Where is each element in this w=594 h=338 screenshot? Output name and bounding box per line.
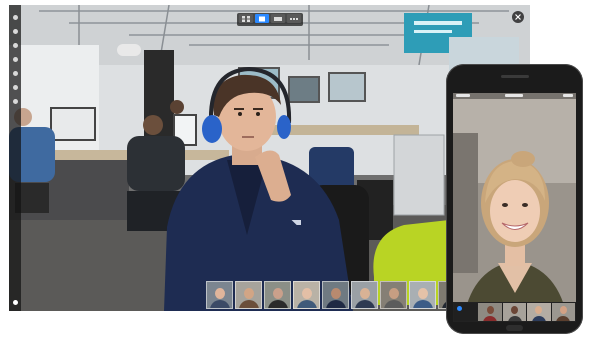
view-controls bbox=[237, 13, 303, 26]
status-bar bbox=[453, 93, 576, 99]
toolbar-icon[interactable] bbox=[12, 15, 18, 20]
home-button[interactable] bbox=[506, 325, 523, 331]
speaker-view-icon bbox=[259, 16, 265, 21]
filmstrip-icon bbox=[290, 17, 298, 20]
participant-thumbnail[interactable] bbox=[380, 281, 407, 309]
close-icon bbox=[515, 14, 521, 20]
product-showcase bbox=[0, 0, 594, 338]
participant-thumbnail[interactable] bbox=[527, 303, 551, 321]
participant-thumbnail[interactable] bbox=[551, 303, 576, 321]
toolbar-icon[interactable] bbox=[12, 57, 18, 62]
mobile-participant-strip bbox=[453, 302, 576, 322]
room-logo-badge bbox=[117, 44, 141, 56]
layout-button[interactable] bbox=[287, 14, 301, 23]
mobile-phone bbox=[446, 64, 583, 334]
participant-thumbnail[interactable] bbox=[235, 281, 262, 309]
grid-view-icon bbox=[242, 15, 250, 22]
toolbar-icon[interactable] bbox=[12, 85, 18, 90]
status-time bbox=[505, 94, 523, 97]
participant-thumbnail[interactable] bbox=[478, 303, 502, 321]
participant-thumbnail[interactable] bbox=[502, 303, 527, 321]
layout-icon bbox=[274, 16, 282, 21]
toolbar-icon[interactable] bbox=[12, 43, 18, 48]
participant-thumbnail[interactable] bbox=[322, 281, 349, 309]
self-view-thumbnail[interactable] bbox=[454, 303, 478, 321]
participant-thumbnail[interactable] bbox=[264, 281, 291, 309]
participant-thumbnail[interactable] bbox=[293, 281, 320, 309]
participant-thumbnail[interactable] bbox=[409, 281, 436, 309]
participant-thumbnail[interactable] bbox=[206, 281, 233, 309]
toolbar-icon[interactable] bbox=[12, 71, 18, 76]
toolbar-icon[interactable] bbox=[12, 29, 18, 34]
camera-icon bbox=[457, 306, 462, 311]
participant-thumbnail[interactable] bbox=[351, 281, 378, 309]
mobile-video-call-screen bbox=[453, 93, 576, 322]
toolbar-icon[interactable] bbox=[12, 99, 18, 104]
mobile-active-speaker-video bbox=[453, 93, 576, 322]
layout-button[interactable] bbox=[271, 14, 285, 23]
phone-speaker bbox=[501, 75, 529, 78]
close-button[interactable] bbox=[512, 11, 524, 23]
speaker-view-button[interactable] bbox=[255, 14, 269, 23]
settings-icon[interactable] bbox=[12, 300, 18, 305]
signal-icon bbox=[456, 94, 470, 97]
grid-view-button[interactable] bbox=[239, 14, 253, 23]
left-toolbar bbox=[9, 5, 21, 311]
battery-icon bbox=[563, 94, 573, 97]
